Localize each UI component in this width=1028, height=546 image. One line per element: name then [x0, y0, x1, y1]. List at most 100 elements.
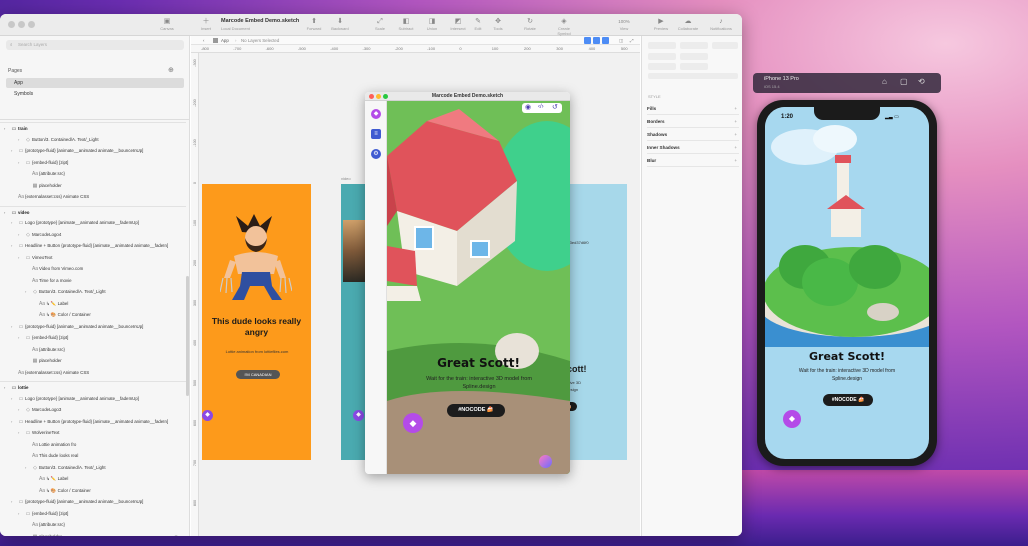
expand-icon[interactable]: ⤢ [630, 36, 634, 45]
layer-row[interactable]: › ▭ Headline + Button {prototype-fluid} [a… [0, 240, 186, 251]
insert-button[interactable]: ＋ Insert [194, 18, 218, 31]
layer-row[interactable]: Aa↳ ✏️ Label [0, 298, 186, 309]
inner-shadows-section[interactable]: Inner Shadows + [647, 141, 739, 154]
add-blur-icon[interactable]: + [734, 154, 737, 167]
collaborate-button[interactable]: ☁ Collaborate [676, 18, 700, 31]
resizing-controls[interactable] [648, 73, 738, 79]
page-item-app[interactable]: App [6, 78, 184, 88]
rotate-button[interactable]: ↻ Rotate [518, 18, 542, 31]
layer-row[interactable]: Aa{externalasset:css} Animate CSS [0, 367, 186, 378]
rotate-icon[interactable]: ⟲ [918, 77, 925, 86]
layer-row[interactable]: › ▭ Logo {prototype} [animate__animated an… [0, 217, 186, 228]
layer-row[interactable]: › ▭ Logo {prototype} [animate__animated an… [0, 393, 186, 404]
im-canadian-button[interactable]: I'M CANADIAN [236, 370, 280, 379]
layer-row[interactable]: › ▭ train [0, 122, 186, 133]
visibility-eye-icon[interactable]: ◉ [174, 531, 178, 537]
phone-nocode-button[interactable]: #NOCODE 🍰 [823, 394, 873, 406]
plugin-icon-3[interactable] [602, 37, 609, 44]
plugin-icon-1[interactable] [584, 37, 591, 44]
borders-section[interactable]: Borders + [647, 115, 739, 128]
distribute-controls[interactable] [680, 42, 708, 49]
refresh-icon[interactable]: ↺ [552, 103, 558, 111]
add-inner-shadow-icon[interactable]: + [734, 141, 737, 154]
layer-row[interactable]: › ◇ MarcodeLogo4 [0, 229, 186, 240]
plugin-icon-2[interactable] [593, 37, 600, 44]
add-shadow-icon[interactable]: + [734, 128, 737, 141]
screenshot-icon[interactable]: ▢ [900, 77, 908, 86]
blur-section[interactable]: Blur + [647, 154, 739, 167]
shadows-section[interactable]: Shadows + [647, 128, 739, 141]
layer-row[interactable]: ▦ placeholder [0, 180, 186, 191]
layer-row[interactable]: ▦placeholder ◉ [0, 531, 186, 537]
flip-controls[interactable] [712, 42, 738, 49]
settings-gear-icon[interactable]: ⚙ [371, 149, 381, 159]
minimize-window-button[interactable] [18, 21, 25, 28]
width-field[interactable] [648, 63, 676, 70]
canvas-toggle[interactable]: ▣ Canvas [155, 18, 179, 31]
split-icon[interactable]: ◫ [619, 36, 623, 45]
tools-button[interactable]: ✥ Tools [486, 18, 510, 31]
backward-button[interactable]: ⬇ Backward [328, 18, 352, 31]
layer-row[interactable]: › ▭ {embed-fluid} [zipt] [0, 508, 186, 519]
layer-row[interactable]: › ◇ Button/3. Contained/A. Text/_Light [0, 134, 186, 145]
layer-row[interactable]: › ▭ Headline + Button {prototype-fluid} [a… [0, 416, 186, 427]
scale-button[interactable]: ⤢ Scale [368, 18, 392, 31]
embed-preview[interactable]: Great Scott! Wait for the train: interac… [387, 101, 570, 474]
notifications-button[interactable]: ♪ Notifications [706, 18, 736, 31]
position-y-field[interactable] [680, 53, 708, 60]
artboard-train[interactable]: ign/ b763ed37d6f0 Scott! ractive 3D e.de… [561, 184, 627, 460]
artboard-lottie[interactable]: This dude looks really angry Lottie anim… [202, 184, 311, 460]
layer-row[interactable]: Aa↳ 🎨 Color / Container [0, 309, 186, 320]
layer-row[interactable]: › ◇ Button/3. Contained/A. Text/_Light [0, 462, 186, 473]
nocode-button[interactable]: #NOCODE 🍰 [447, 404, 505, 417]
layer-row[interactable]: › ▭ {embed-fluid} [zipt] [0, 157, 186, 168]
close-window-button[interactable] [8, 21, 15, 28]
align-controls[interactable] [648, 42, 676, 49]
layer-row[interactable]: AaLottie animation fro [0, 439, 186, 450]
zoom-selector[interactable]: 100% View [612, 18, 636, 31]
layers-scrollbar[interactable] [186, 276, 189, 396]
layer-row[interactable]: › ◇ MarcodeLogo3 [0, 404, 186, 415]
layer-row[interactable]: Aa{attribute:src} [0, 344, 186, 355]
layer-row[interactable]: AaTime for a movie [0, 275, 186, 286]
layer-row[interactable]: AaThis dude looks real [0, 450, 186, 461]
eye-icon[interactable]: ◉ [525, 103, 531, 111]
page-item-symbols[interactable]: Symbols [6, 89, 184, 99]
layer-row[interactable]: › ▭ VimeoText [0, 252, 186, 263]
add-fill-icon[interactable]: + [734, 102, 737, 115]
layer-row[interactable]: AaVideo from Vimeo.com [0, 263, 186, 274]
union-button[interactable]: ◨ Union [420, 18, 444, 31]
position-x-field[interactable] [648, 53, 676, 60]
layer-row[interactable]: › ▭ {prototype-fluid} [animate__animated a… [0, 321, 186, 332]
search-layers-input[interactable]: ⌕ Search Layers [6, 40, 184, 50]
layer-row[interactable]: Aa↳ 🎨 Color / Container [0, 485, 186, 496]
layer-row[interactable]: › ▭ video [0, 205, 186, 217]
layer-row[interactable]: Aa{attribute:src} [0, 519, 186, 530]
layer-row[interactable]: › ▭ {prototype-fluid} [animate__animated a… [0, 496, 186, 507]
layer-row[interactable]: ▦ placeholder [0, 355, 186, 366]
add-border-icon[interactable]: + [734, 115, 737, 128]
layer-row[interactable]: › ◇ Button/3. Contained/A. Text/_Light [0, 286, 186, 297]
zoom-window-button[interactable] [28, 21, 35, 28]
add-page-button[interactable]: ⊕ [168, 66, 174, 74]
height-field[interactable] [680, 63, 708, 70]
layer-row[interactable]: Aa{attribute:src} [0, 168, 186, 179]
back-icon[interactable]: ‹ [203, 36, 204, 45]
forward-button[interactable]: ⬆ Forward [302, 18, 326, 31]
layer-row[interactable]: › ▭ {embed-fluid} [zipt] [0, 332, 186, 343]
breadcrumb-page[interactable]: App [221, 36, 229, 45]
layers-icon[interactable]: ≡ [371, 129, 381, 139]
layer-row[interactable]: Aa↳ ✏️ Label [0, 473, 186, 484]
layer-row[interactable]: Aa{externalasset:css} Animate CSS [0, 191, 186, 202]
create-symbol-button[interactable]: ◈ Create Symbol [552, 18, 576, 36]
marcode-icon[interactable]: ◆ [371, 109, 381, 119]
home-icon[interactable]: ⌂ [882, 77, 887, 86]
fills-section[interactable]: Fills + [647, 102, 739, 115]
preview-button[interactable]: ▶ Preview [649, 18, 673, 31]
code-icon[interactable]: ‹/› [538, 104, 544, 110]
layer-row[interactable]: › ▭ {prototype-fluid} [animate__animated a… [0, 145, 186, 156]
layer-row[interactable]: › ▭ lottie [0, 381, 186, 392]
layer-row[interactable]: › ▭ WolverineText [0, 427, 186, 438]
iphone-screen[interactable]: 1:20 ▂▃ ▭ Great Scott! Wait for the trai… [765, 107, 929, 459]
subtract-button[interactable]: ◧ Subtract [394, 18, 418, 31]
